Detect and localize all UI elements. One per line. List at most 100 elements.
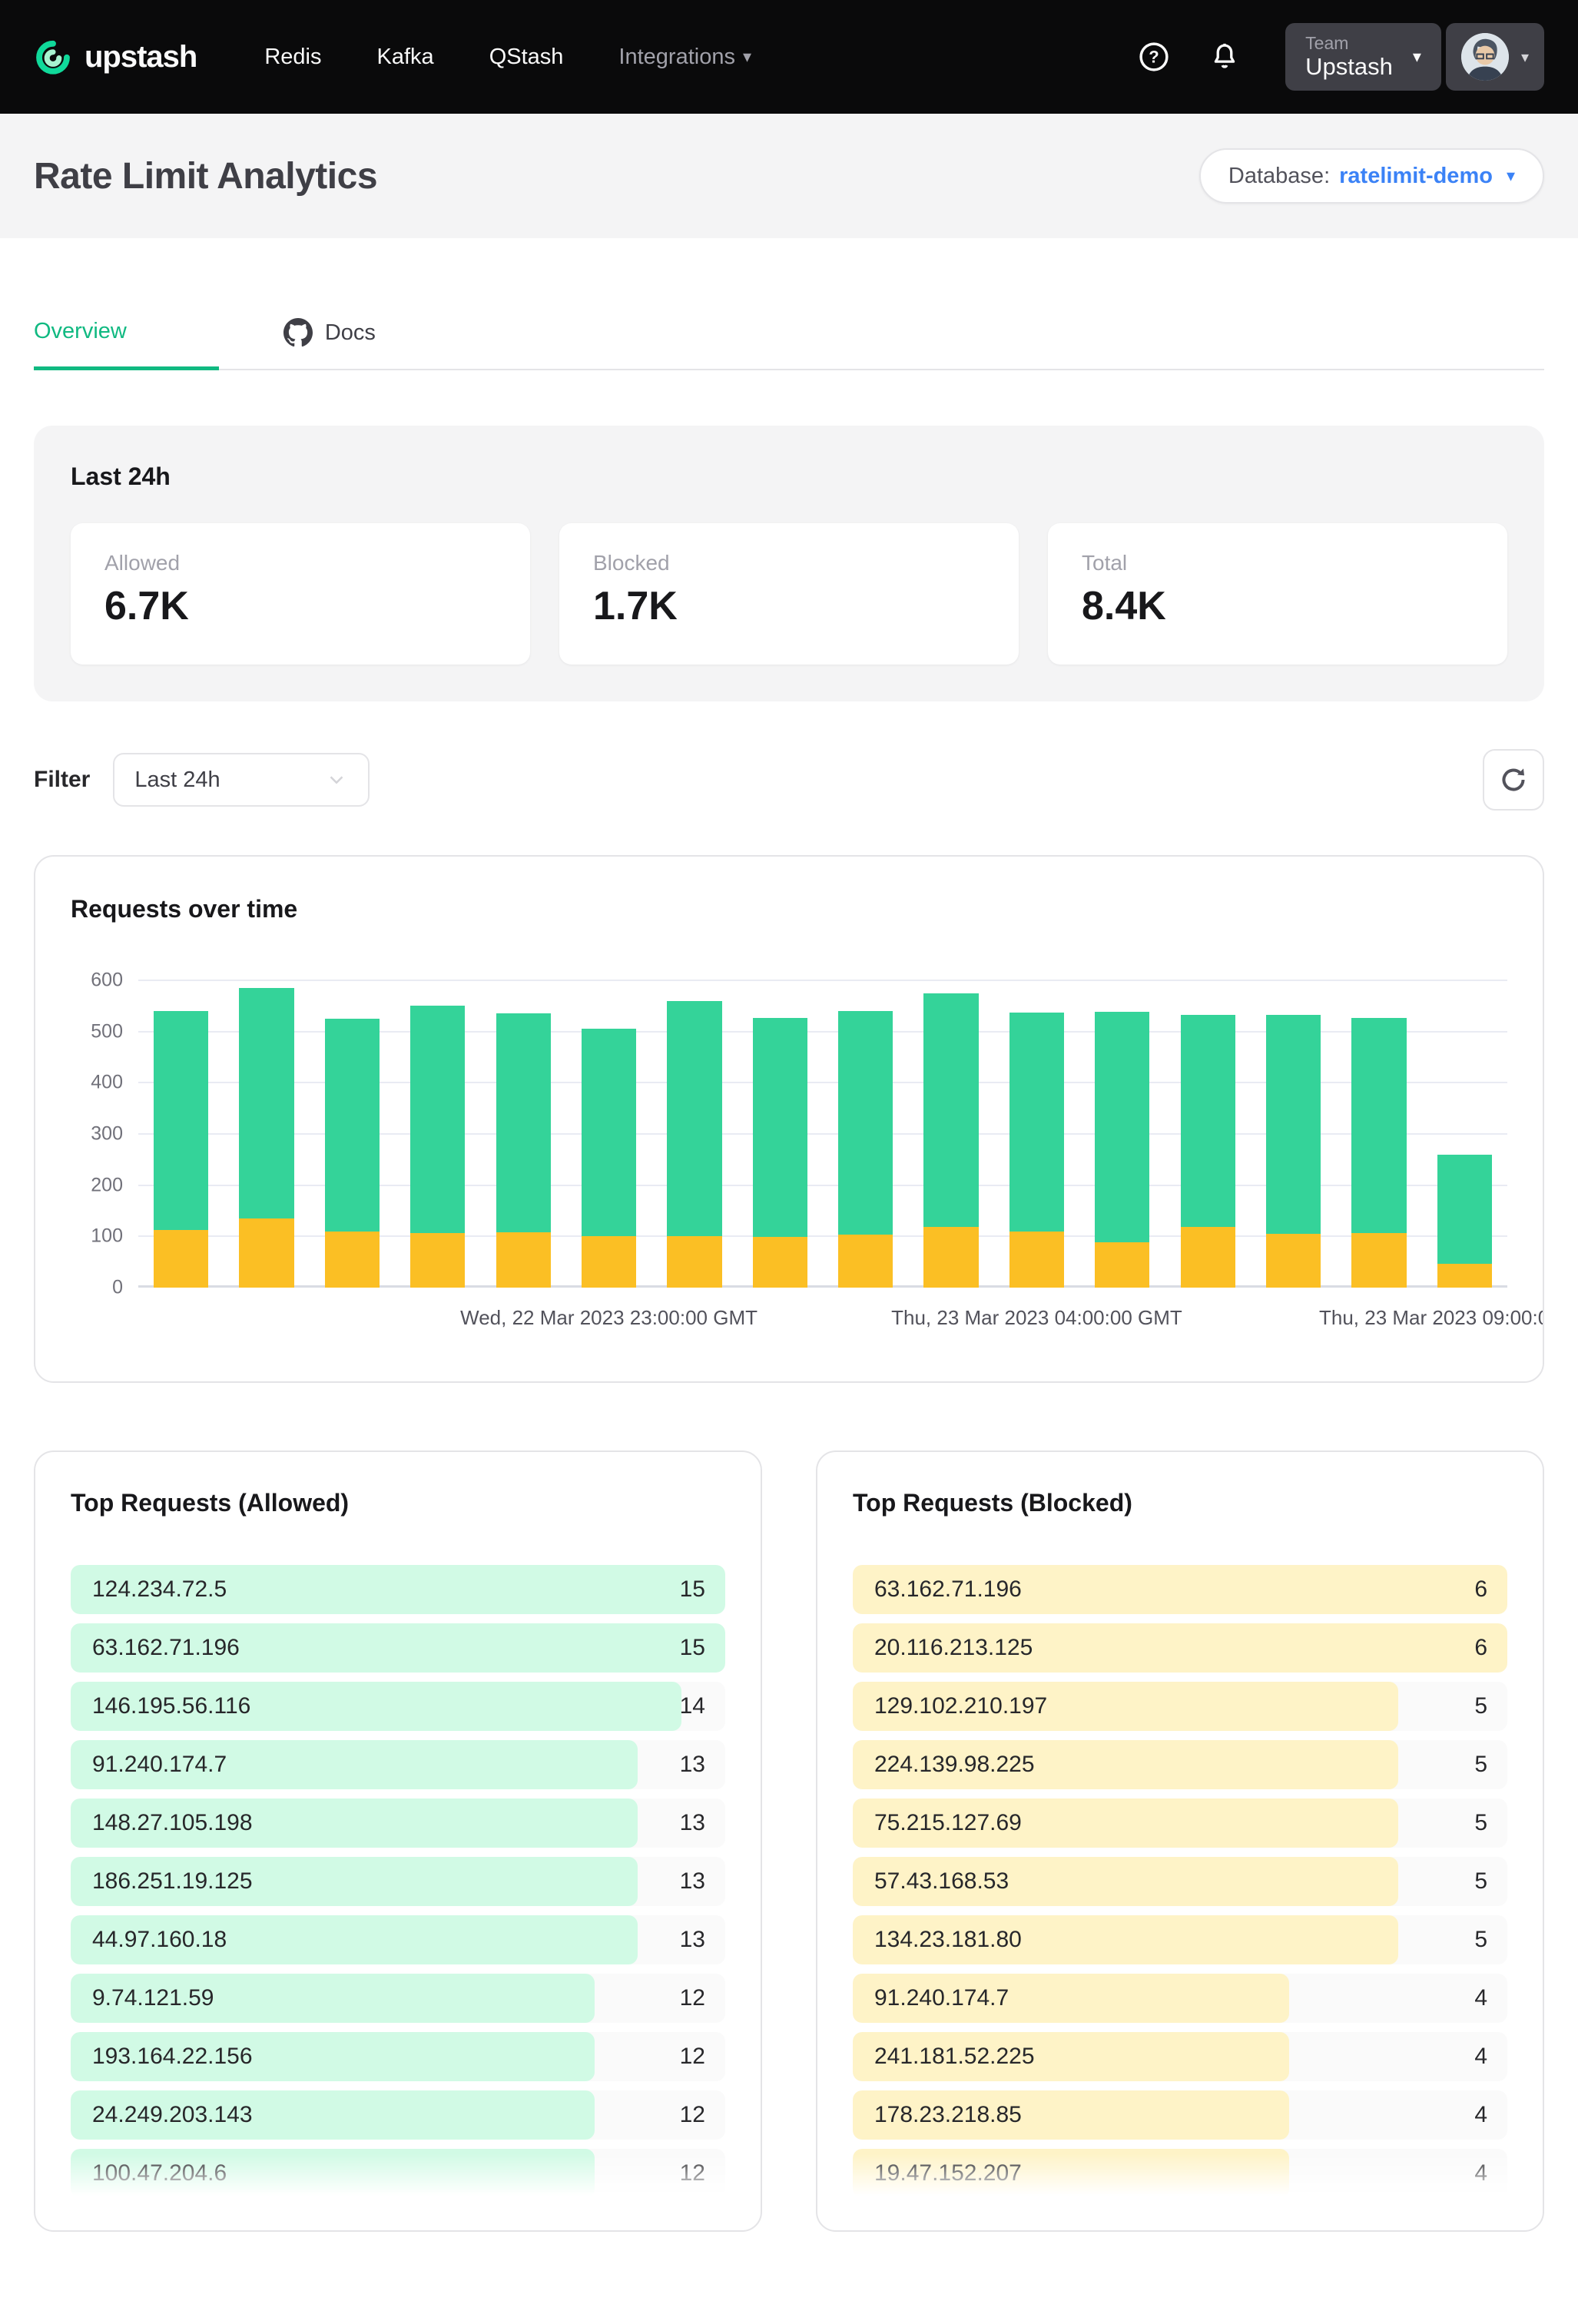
- summary-panel: Last 24h Allowed6.7KBlocked1.7KTotal8.4K: [34, 426, 1544, 701]
- database-selector[interactable]: Database: ratelimit-demo ▾: [1199, 148, 1544, 204]
- allowed-row: 91.240.174.7 13: [71, 1740, 725, 1789]
- help-icon: ?: [1137, 40, 1171, 74]
- top-requests-allowed-card: Top Requests (Allowed) 124.234.72.51563.…: [34, 1450, 762, 2232]
- blocked-row: 134.23.181.805: [853, 1915, 1507, 1964]
- request-count: 4: [1474, 2102, 1487, 2128]
- upstash-logo[interactable]: upstash: [34, 38, 197, 76]
- ip-address: 57.43.168.53: [874, 1868, 1009, 1895]
- allowed-segment: [753, 1018, 807, 1237]
- tab-docs[interactable]: Docs: [283, 318, 376, 369]
- team-label: Team: [1305, 33, 1393, 53]
- ip-address: 186.251.19.125: [92, 1868, 253, 1895]
- help-button[interactable]: ?: [1136, 39, 1172, 75]
- time-range-value: Last 24h: [134, 767, 220, 793]
- blocked-segment: [1095, 1242, 1149, 1288]
- stat-card-blocked: Blocked 1.7K: [559, 523, 1019, 665]
- bar-column-9: [823, 980, 908, 1288]
- filter-label: Filter: [34, 767, 90, 793]
- blocked-segment: [1181, 1227, 1235, 1288]
- bars-layer: [138, 980, 1507, 1288]
- bar-12: [1095, 980, 1149, 1288]
- bar-9: [838, 980, 893, 1288]
- y-tick-300: 300: [91, 1123, 123, 1145]
- bar-column-5: [481, 980, 566, 1288]
- time-range-select[interactable]: Last 24h: [113, 753, 370, 807]
- allowed-segment: [496, 1013, 551, 1232]
- allowed-segment: [1266, 1015, 1321, 1234]
- bar-column-10: [908, 980, 993, 1288]
- summary-title: Last 24h: [71, 462, 1507, 491]
- x-tick-label: Thu, 23 Mar 2023 04:00:00 GMT: [891, 1306, 1182, 1330]
- ip-address: 100.47.204.6: [92, 2160, 227, 2186]
- nav-link-integrations[interactable]: Integrations▾: [618, 45, 751, 70]
- request-count: 6: [1474, 1576, 1487, 1603]
- x-tick-label: Wed, 22 Mar 2023 23:00:00 GMT: [460, 1306, 758, 1330]
- ip-address: 129.102.210.197: [874, 1693, 1047, 1719]
- user-menu-button[interactable]: ▾: [1446, 23, 1544, 91]
- request-count: 5: [1474, 1810, 1487, 1836]
- nav-link-qstash[interactable]: QStash: [489, 45, 564, 70]
- bar-column-16: [1422, 980, 1507, 1288]
- bar-column-3: [310, 980, 395, 1288]
- blocked-segment: [410, 1233, 465, 1288]
- bar-6: [582, 980, 636, 1288]
- bar-column-4: [395, 980, 480, 1288]
- chart-plot-area: [138, 980, 1507, 1288]
- allowed-segment: [325, 1019, 380, 1232]
- allowed-list: 124.234.72.51563.162.71.19615146.195.56.…: [71, 1565, 725, 2198]
- bar-2: [239, 980, 293, 1288]
- bar-column-2: [224, 980, 309, 1288]
- request-count: 5: [1474, 1868, 1487, 1895]
- requests-chart-card: Requests over time 0100200300400500600 W…: [34, 855, 1544, 1383]
- bar-5: [496, 980, 551, 1288]
- allowed-row: 44.97.160.1813: [71, 1915, 725, 1964]
- bar-14: [1266, 980, 1321, 1288]
- bar-column-15: [1336, 980, 1421, 1288]
- top-nav: upstash Redis Kafka QStash Integrations▾ ?: [0, 0, 1578, 114]
- request-count: 13: [680, 1752, 705, 1778]
- blocked-row: 75.215.127.695: [853, 1799, 1507, 1848]
- chevron-down-icon: ▾: [743, 47, 751, 67]
- bar-3: [325, 980, 380, 1288]
- tab-overview-label: Overview: [34, 319, 127, 344]
- y-tick-600: 600: [91, 970, 123, 992]
- refresh-icon: [1498, 764, 1529, 795]
- allowed-row: 148.27.105.19813: [71, 1799, 725, 1848]
- notifications-button[interactable]: [1207, 39, 1242, 75]
- allowed-segment: [667, 1001, 721, 1237]
- allowed-row: 100.47.204.612: [71, 2149, 725, 2198]
- allowed-segment: [1009, 1013, 1064, 1232]
- y-tick-0: 0: [112, 1277, 123, 1299]
- blocked-row: 57.43.168.53 5: [853, 1857, 1507, 1906]
- y-tick-400: 400: [91, 1072, 123, 1094]
- blocked-row: 63.162.71.1966: [853, 1565, 1507, 1614]
- filter-row: Filter Last 24h: [34, 749, 1544, 811]
- top-requests-blocked-card: Top Requests (Blocked) 63.162.71.196620.…: [816, 1450, 1544, 2232]
- allowed-row: 146.195.56.11614: [71, 1682, 725, 1731]
- blocked-segment: [1009, 1232, 1064, 1288]
- upstash-logo-icon: [34, 38, 72, 76]
- ip-address: 124.234.72.5: [92, 1576, 227, 1603]
- database-name: ratelimit-demo: [1339, 164, 1493, 189]
- team-switcher-button[interactable]: Team Upstash ▾: [1285, 23, 1441, 91]
- allowed-segment: [1437, 1155, 1492, 1263]
- stat-label: Blocked: [593, 551, 985, 575]
- chevron-down-icon: ▾: [1507, 166, 1515, 186]
- nav-link-kafka[interactable]: Kafka: [377, 45, 434, 70]
- stat-card-total: Total8.4K: [1048, 523, 1507, 665]
- stat-value: 1.7K: [593, 583, 985, 629]
- top-requests-row: Top Requests (Allowed) 124.234.72.51563.…: [34, 1450, 1544, 2232]
- request-count: 15: [680, 1635, 705, 1661]
- chevron-down-icon: ▾: [1413, 47, 1421, 67]
- bar-column-14: [1251, 980, 1336, 1288]
- blocked-segment: [1266, 1234, 1321, 1288]
- request-count: 13: [680, 1868, 705, 1895]
- nav-link-redis[interactable]: Redis: [264, 45, 321, 70]
- blocked-segment: [753, 1237, 807, 1288]
- bar-column-1: [138, 980, 224, 1288]
- tab-overview[interactable]: Overview: [34, 318, 219, 370]
- ip-address: 44.97.160.18: [92, 1927, 227, 1953]
- ip-address: 91.240.174.7: [92, 1752, 227, 1778]
- refresh-button[interactable]: [1483, 749, 1544, 811]
- allowed-segment: [838, 1011, 893, 1235]
